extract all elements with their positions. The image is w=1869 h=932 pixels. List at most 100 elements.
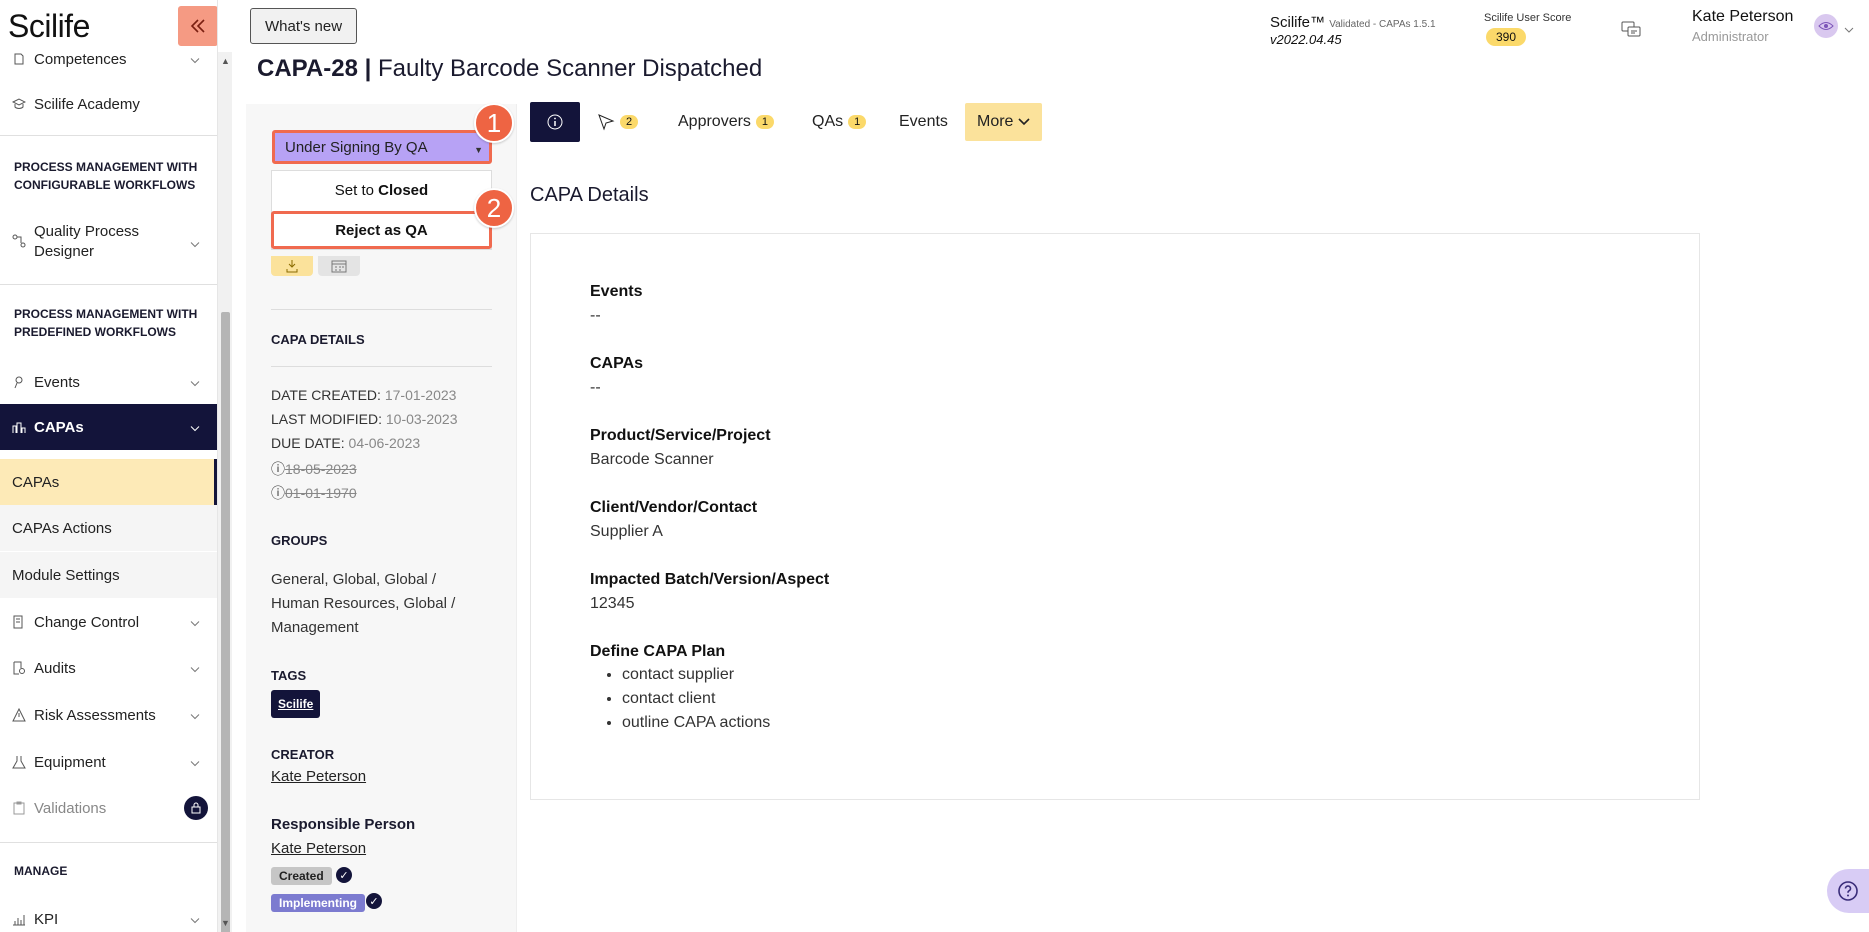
capa-id: CAPA-28 [257, 55, 358, 82]
help-icon [1838, 881, 1858, 901]
tab-label: QAs [812, 113, 844, 130]
sidebar-item-change-control[interactable]: Change Control [0, 610, 217, 634]
user-name: Kate Peterson [1692, 8, 1794, 25]
section-title: CAPA Details [530, 184, 649, 206]
sidebar-item-kpi[interactable]: KPI [0, 908, 217, 930]
sidebar-item-competences[interactable]: Competences [0, 48, 217, 70]
batch-label: Impacted Batch/Version/Aspect [590, 571, 830, 588]
version-info: Scilife™ Validated - CAPAs 1.5.1 v2022.0… [1270, 14, 1436, 47]
creator-link[interactable]: Kate Peterson [271, 768, 366, 785]
title-separator: | [364, 55, 372, 82]
date-created-value: 17-01-2023 [384, 387, 457, 403]
last-modified: LAST MODIFIED: 10-03-2023 [271, 411, 458, 427]
sidebar-item-label: Change Control [34, 613, 140, 631]
due-date-label: DUE DATE: [271, 435, 345, 451]
product-label: Product/Service/Project [590, 427, 771, 444]
competences-icon [12, 52, 30, 66]
sidebar-item-equipment[interactable]: Equipment [0, 750, 217, 774]
scroll-up-arrow[interactable]: ▲ [221, 56, 230, 66]
responsible-link[interactable]: Kate Peterson [271, 840, 366, 857]
product-value: Barcode Scanner [590, 451, 714, 468]
workflow-icon [12, 234, 30, 248]
scroll-down-arrow[interactable]: ▼ [221, 918, 230, 928]
groups-value: General, Global, Global / Human Resource… [271, 571, 456, 636]
sidebar-subitem-capas[interactable]: CAPAs [0, 459, 217, 505]
sidebar-item-quality-process-designer[interactable]: Quality Process Designer [0, 222, 217, 264]
sidebar-item-audits[interactable]: Audits [0, 656, 217, 680]
sidebar-item-label: Competences [34, 50, 127, 68]
tab-info[interactable] [530, 102, 580, 142]
sidebar-item-label: KPI [34, 910, 59, 928]
sidebar-item-events[interactable]: Events [0, 370, 217, 394]
tag-chip[interactable]: Scilife [271, 690, 321, 718]
sidebar-item-label: Scilife Academy [34, 95, 140, 113]
score-badge: 390 [1486, 28, 1527, 46]
capa-title: Faulty Barcode Scanner Dispatched [377, 55, 763, 82]
sidebar-subitem-capas-actions[interactable]: CAPAs Actions [0, 505, 217, 551]
whats-new-button[interactable]: What's new [250, 8, 358, 44]
version-number: v2022.04.45 [1270, 32, 1342, 47]
client-value: Supplier A [590, 523, 663, 540]
tab-events[interactable]: Events [899, 102, 948, 142]
tab-more[interactable]: More [965, 103, 1043, 141]
sidebar-item-label: Quality Process Designer [34, 223, 140, 260]
tab-tasks[interactable]: 2 [597, 102, 639, 142]
chevron-up-icon [190, 419, 200, 436]
option-prefix: Set to [334, 181, 374, 199]
capa-details-heading: CAPA DETAILS [271, 332, 365, 347]
plan-list: contact supplier contact client outline … [622, 663, 770, 735]
chevron-down-icon [190, 660, 200, 677]
avatar[interactable] [1814, 14, 1838, 38]
tab-approvers[interactable]: Approvers 1 [678, 102, 775, 142]
scroll-thumb[interactable] [221, 312, 230, 932]
chevron-down-icon [190, 754, 200, 771]
creator-heading: CREATOR [271, 747, 335, 762]
user-score: Scilife User Score 390 [1484, 12, 1571, 46]
status-value: Under Signing By QA [285, 138, 428, 156]
capas-label: CAPAs [590, 355, 644, 372]
change-control-icon [12, 615, 30, 629]
section-predefined: PROCESS MANAGEMENT WITH PREDEFINED WORKF… [14, 307, 198, 339]
sidebar-item-capas[interactable]: CAPAs [0, 404, 217, 450]
cursor-icon [598, 114, 615, 131]
score-label: Scilife User Score [1484, 12, 1572, 24]
academy-icon [12, 97, 30, 111]
chat-icon[interactable] [1620, 20, 1642, 45]
status-dropdown[interactable]: Under Signing By QA ▼ [272, 130, 492, 164]
sidebar-subitem-module-settings[interactable]: Module Settings [0, 552, 217, 598]
tab-qas[interactable]: QAs 1 [812, 102, 867, 142]
sidebar-item-label: Risk Assessments [34, 706, 156, 724]
tags-heading: TAGS [271, 668, 307, 683]
user-menu[interactable]: Kate Peterson Administrator [1692, 8, 1793, 44]
logo: Scilife [8, 8, 90, 44]
chart-icon [12, 912, 30, 926]
sidebar-item-label: CAPAs [34, 418, 84, 436]
sidebar-item-validations[interactable]: Validations [0, 796, 217, 820]
sidebar-item-scilife-academy[interactable]: Scilife Academy [0, 92, 217, 116]
set-to-closed-option[interactable]: Set to Closed [272, 171, 491, 209]
previous-date-2: ⓘ01-01-1970 [271, 483, 357, 503]
status-chip-implementing: Implementing [271, 894, 366, 912]
chevron-down-icon[interactable] [1844, 20, 1854, 38]
audits-icon [12, 661, 30, 675]
date-created: DATE CREATED: 17-01-2023 [271, 387, 456, 403]
sidebar-item-risk-assessments[interactable]: Risk Assessments [0, 703, 217, 727]
download-button[interactable] [271, 256, 313, 276]
product-name: Scilife™ [1270, 14, 1326, 31]
chevron-down-icon [1018, 118, 1031, 126]
help-button[interactable] [1827, 869, 1869, 913]
reject-as-qa-option[interactable]: Reject as QA [271, 211, 492, 249]
list-item: contact supplier [622, 663, 770, 687]
divider [271, 366, 492, 367]
sidebar-item-label: Equipment [34, 753, 106, 771]
chevron-down-icon [190, 911, 200, 928]
collapse-sidebar-button[interactable] [178, 6, 217, 46]
events-icon [12, 375, 30, 389]
download-icon [286, 260, 298, 273]
product-line: Scilife™ Validated - CAPAs 1.5.1 [1270, 14, 1436, 31]
calendar-button[interactable] [318, 256, 360, 276]
sidebar: Scilife Competences Scilife Academy PROC… [0, 0, 218, 932]
due-date-value: 04-06-2023 [348, 435, 421, 451]
sidebar-scrollbar[interactable]: ▲ ▼ [218, 52, 232, 932]
option-bold: Closed [378, 181, 429, 199]
